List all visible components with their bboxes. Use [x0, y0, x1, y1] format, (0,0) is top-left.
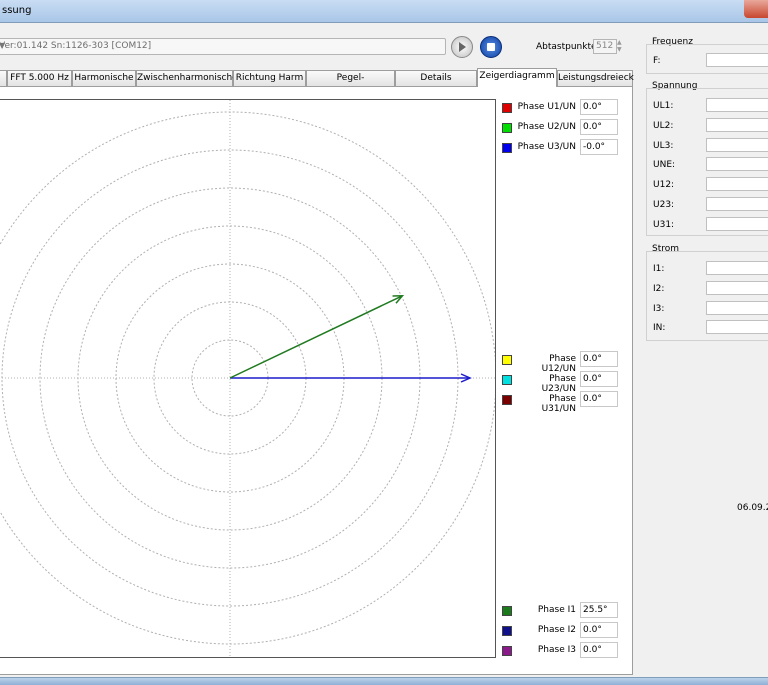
color-swatch-u23	[502, 375, 512, 385]
legend-label: Phase U12/UN	[541, 354, 576, 374]
legend-label: Phase I2	[537, 625, 576, 635]
field-label-u31: U31:	[653, 220, 675, 230]
field-u12[interactable]	[706, 177, 768, 191]
field-label-f: F:	[653, 56, 661, 66]
field-i3[interactable]	[706, 301, 768, 315]
field-u31[interactable]	[706, 217, 768, 231]
field-label-i2: I2:	[653, 284, 665, 294]
sample-points-spinner[interactable]: ▲ ▼	[617, 39, 625, 53]
color-swatch-u31	[502, 395, 512, 405]
phase-value-u3: -0.0°	[580, 139, 618, 155]
field-label-ul2: UL2:	[653, 121, 674, 131]
field-ul1[interactable]	[706, 98, 768, 112]
color-swatch-u2	[502, 123, 512, 133]
color-swatch-u3	[502, 143, 512, 153]
legend-label: Phase I1	[537, 605, 576, 615]
phase-value-i3: 0.0°	[580, 642, 618, 658]
color-swatch-u12	[502, 355, 512, 365]
start-button[interactable]	[451, 36, 473, 58]
phase-value-u2: 0.0°	[580, 119, 618, 135]
phasor-svg	[0, 100, 495, 657]
field-label-ul1: UL1:	[653, 101, 674, 111]
field-label-ul3: UL3:	[653, 141, 674, 151]
phase-value-u31: 0.0°	[580, 391, 618, 407]
legend-label: Phase U3/UN	[517, 142, 576, 152]
tab-leistungsdreieck[interactable]: Leistungsdreieck	[557, 70, 634, 86]
tab-pegel-zeitdiagramm[interactable]: Pegel-Zeitdiagramm	[306, 70, 395, 98]
phase-value-i2: 0.0°	[580, 622, 618, 638]
phasor-diagram	[0, 99, 496, 658]
field-label-i3: I3:	[653, 304, 665, 314]
legend-label: Phase U23/UN	[541, 374, 576, 394]
legend-label: Phase I3	[537, 645, 576, 655]
play-icon	[459, 42, 466, 52]
field-in[interactable]	[706, 320, 768, 334]
field-label-in: IN:	[653, 323, 666, 333]
color-swatch-i2	[502, 626, 512, 636]
phase-value-u1: 0.0°	[580, 99, 618, 115]
stop-button[interactable]	[480, 36, 502, 58]
tab-fft[interactable]: FFT 5.000 Hz	[7, 70, 72, 86]
tab-hidden[interactable]	[0, 70, 7, 86]
color-swatch-i1	[502, 606, 512, 616]
title-bar: ssung	[0, 0, 768, 23]
field-label-une: UNE:	[653, 160, 676, 170]
window-title: ssung	[2, 5, 32, 16]
phase-value-u23: 0.0°	[580, 371, 618, 387]
color-swatch-u1	[502, 103, 512, 113]
legend-label: Phase U1/UN	[517, 102, 576, 112]
tab-details-messwerte[interactable]: Details Messwerte	[395, 70, 477, 98]
field-i1[interactable]	[706, 261, 768, 275]
field-u23[interactable]	[706, 197, 768, 211]
legend-label: Phase U2/UN	[517, 122, 576, 132]
date-label: 06.09.20	[737, 503, 768, 513]
sample-points-label: Abtastpunkte:	[536, 42, 600, 52]
tab-zwischenharmonische[interactable]: Zwischenharmonische	[136, 70, 238, 86]
field-label-u23: U23:	[653, 200, 675, 210]
close-button[interactable]	[744, 0, 768, 18]
phase-value-i1: 25.5°	[580, 602, 618, 618]
device-select[interactable]: Ver:01.142 Sn:1126-303 [COM12] ▼	[0, 38, 446, 55]
legend-label: Phase U31/UN	[541, 394, 576, 414]
field-ul2[interactable]	[706, 118, 768, 132]
field-label-i1: I1:	[653, 264, 665, 274]
tab-zeigerdiagramm[interactable]: Zeigerdiagramm	[477, 68, 557, 87]
field-i2[interactable]	[706, 281, 768, 295]
stop-icon	[487, 43, 495, 51]
color-swatch-i3	[502, 646, 512, 656]
tab-richtung-harm[interactable]: Richtung Harm	[233, 70, 306, 86]
tab-harmonische[interactable]: Harmonische	[72, 70, 136, 86]
phase-value-u12: 0.0°	[580, 351, 618, 367]
field-une[interactable]	[706, 157, 768, 171]
chevron-down-icon: ▼	[0, 41, 6, 50]
sample-points-input[interactable]: 512	[593, 39, 617, 54]
field-label-u12: U12:	[653, 180, 675, 190]
field-f[interactable]	[706, 53, 768, 67]
field-ul3[interactable]	[706, 138, 768, 152]
